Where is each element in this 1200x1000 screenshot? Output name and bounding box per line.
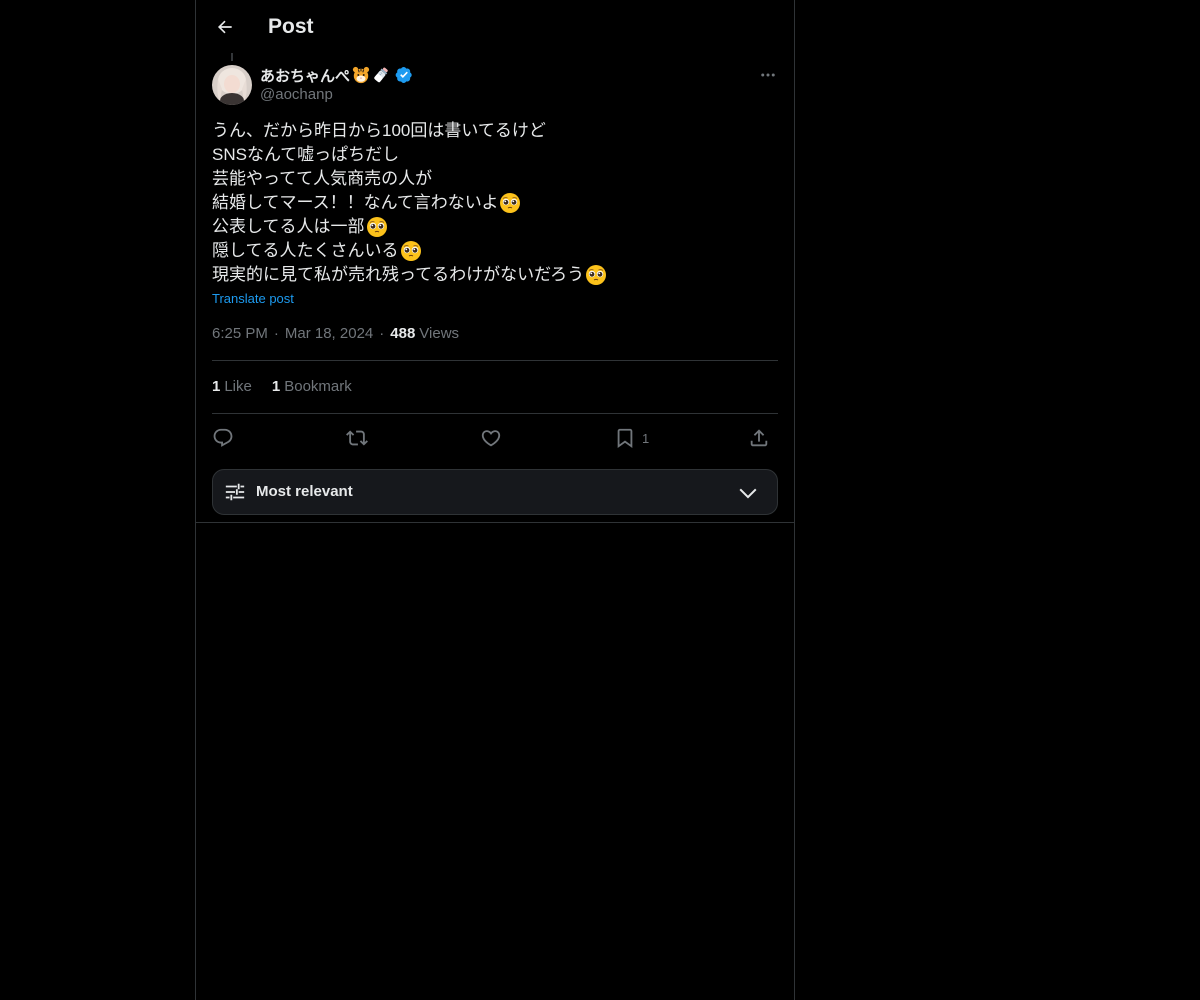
separator-dot: ·	[379, 325, 385, 342]
repost-button[interactable]	[346, 423, 368, 453]
back-button[interactable]	[208, 10, 242, 44]
likes-count: 1	[212, 378, 221, 395]
baby-bottle-icon	[374, 67, 388, 83]
post-time[interactable]: 6:25 PM	[212, 325, 268, 342]
share-button[interactable]	[748, 423, 770, 453]
post-line: 現実的に見て私が売れ残ってるわけがないだろう	[212, 263, 778, 287]
page-title: Post	[268, 15, 314, 38]
action-bar: 1	[212, 423, 778, 453]
post-line: SNSなんて嘘っぱちだし	[212, 145, 400, 164]
heart-icon	[481, 430, 501, 447]
share-icon	[750, 429, 768, 447]
engagement-stats: 1 Like 1 Bookmark	[212, 378, 372, 395]
verified-badge-icon[interactable]	[395, 66, 413, 84]
more-horizontal-icon	[761, 73, 775, 77]
replies-sort-dropdown[interactable]: Most relevant	[212, 469, 778, 515]
post-line: 芸能やってて人気商売の人が	[212, 169, 433, 188]
chevron-down-icon	[739, 488, 757, 499]
arrow-left-icon	[217, 20, 232, 34]
thread-connector-line	[231, 53, 233, 61]
author-name-row: あおちゃんぺ	[260, 64, 413, 86]
pleading-face-icon	[586, 265, 607, 285]
page-header: Post	[196, 0, 794, 53]
post-line: 隠してる人たくさんいる	[212, 239, 778, 263]
likes-label: Like	[224, 378, 252, 395]
like-button[interactable]	[480, 423, 502, 453]
reply-button[interactable]	[212, 423, 234, 453]
separator-dot: ·	[273, 325, 279, 342]
post-metadata: 6:25 PM · Mar 18, 2024 · 488 Views	[212, 325, 459, 342]
likes-stat[interactable]: 1 Like	[212, 378, 252, 395]
pleading-face-icon	[500, 193, 521, 213]
author-display-name[interactable]: あおちゃんぺ	[260, 65, 350, 86]
divider	[196, 522, 794, 523]
bookmark-count: 1	[642, 430, 650, 446]
more-options-button[interactable]	[756, 64, 780, 86]
reply-icon	[213, 428, 233, 447]
views-label: Views	[419, 325, 460, 342]
divider	[212, 413, 778, 414]
views-count: 488	[390, 325, 416, 342]
tiger-face-icon	[352, 66, 370, 84]
author-handle[interactable]: @aochanp	[260, 86, 333, 103]
post-line: うん、だから昨日から100回は書いてるけど	[212, 121, 546, 140]
bookmarks-stat[interactable]: 1 Bookmark	[272, 378, 352, 395]
divider	[212, 360, 778, 361]
pleading-face-icon	[400, 241, 421, 261]
post-body: うん、だから昨日から100回は書いてるけど SNSなんて嘘っぱちだし 芸能やって…	[212, 119, 778, 287]
bookmark-button[interactable]: 1	[614, 423, 649, 453]
avatar-image	[212, 65, 252, 105]
pleading-face-icon	[366, 217, 387, 237]
post-date[interactable]: Mar 18, 2024	[285, 325, 373, 342]
sliders-icon	[225, 483, 245, 501]
post-line: 公表してる人は一部	[212, 215, 778, 239]
post-line: 結婚してマース！！なんて言わないよ	[212, 191, 778, 215]
repost-icon	[346, 430, 368, 446]
bookmarks-count: 1	[271, 378, 281, 395]
author-avatar[interactable]	[212, 65, 252, 105]
bookmark-icon	[617, 428, 633, 449]
main-column: Post あおちゃんぺ @aochanp うん、だから昨日から100回は書いてる…	[195, 0, 795, 1000]
translate-post-link[interactable]: Translate post	[212, 291, 294, 306]
bookmarks-label: Bookmark	[284, 378, 352, 395]
sort-label: Most relevant	[256, 483, 353, 500]
